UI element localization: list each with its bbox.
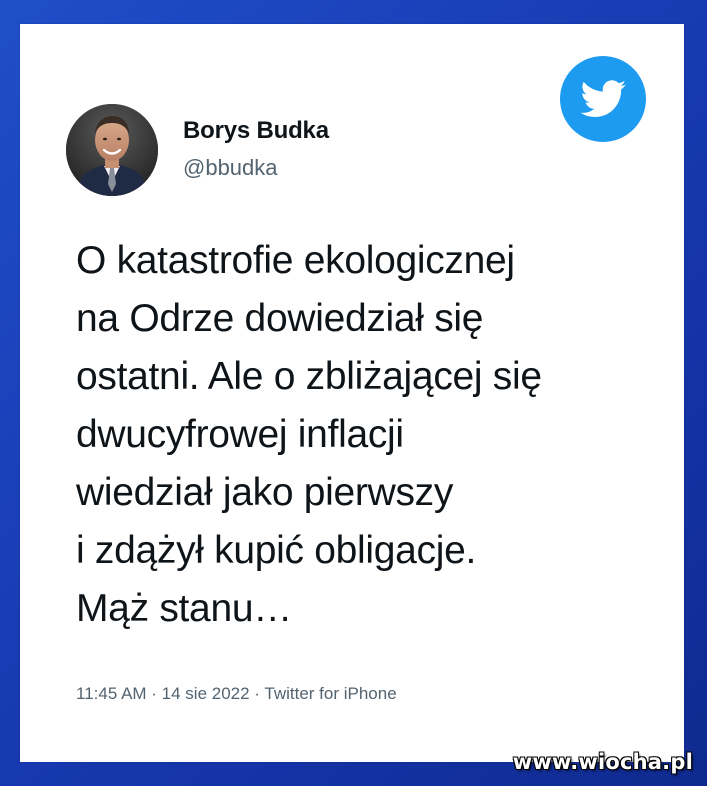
author-handle[interactable]: @bbudka bbox=[183, 155, 278, 181]
tweet-line: dwucyfrowej inflacji bbox=[76, 413, 404, 456]
author-avatar[interactable] bbox=[66, 104, 158, 196]
tweet-timestamp[interactable]: 11:45 AM · 14 sie 2022 · Twitter for iPh… bbox=[76, 684, 397, 704]
tweet-text: O katastrofie ekologicznej na Odrze dowi… bbox=[76, 232, 666, 638]
twitter-bird-icon bbox=[560, 56, 646, 142]
tweet-line: na Odrze dowiedział się bbox=[76, 297, 484, 340]
tweet-line: O katastrofie ekologicznej bbox=[76, 239, 515, 282]
tweet-line: i zdążył kupić obligacje. bbox=[76, 529, 477, 572]
tweet-card: Borys Budka @bbudka O katastrofie ekolog… bbox=[20, 24, 684, 762]
tweet-line: ostatni. Ale o zbliżającej się bbox=[76, 355, 542, 398]
tweet-line: wiedział jako pierwszy bbox=[76, 471, 454, 514]
author-name[interactable]: Borys Budka bbox=[183, 117, 329, 145]
avatar-photo-icon bbox=[66, 104, 158, 196]
watermark: www.wiocha.pl bbox=[512, 750, 693, 774]
tweet-line: Mąż stanu… bbox=[76, 587, 292, 630]
image-frame: Borys Budka @bbudka O katastrofie ekolog… bbox=[0, 0, 707, 786]
